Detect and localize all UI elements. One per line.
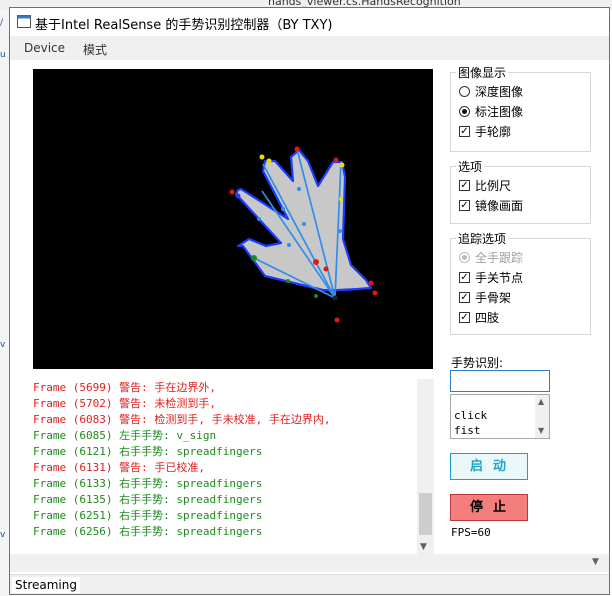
start-button[interactable]: 启动 bbox=[450, 453, 528, 480]
radio-annotated-image[interactable]: 标注图像 bbox=[459, 102, 523, 120]
option-label: 标注图像 bbox=[475, 104, 524, 119]
checkbox-indicator[interactable]: ✓ bbox=[459, 125, 470, 137]
fps-readout: FPS=60 bbox=[451, 526, 491, 539]
scroll-up-icon[interactable]: ▲ bbox=[538, 397, 544, 406]
checkbox-limbs[interactable]: ✓ 四肢 bbox=[459, 308, 499, 326]
option-label: 四肢 bbox=[475, 310, 500, 325]
bg-code-glyph: v bbox=[0, 530, 6, 540]
hand-visualization bbox=[229, 146, 378, 323]
radio-full-hand[interactable]: 全手跟踪 bbox=[459, 248, 523, 266]
checkbox-joints[interactable]: ✓ 手关节点 bbox=[459, 268, 523, 286]
checkbox-indicator[interactable]: ✓ bbox=[459, 271, 470, 283]
option-label: 深度图像 bbox=[475, 84, 524, 99]
option-label: 手关节点 bbox=[475, 270, 524, 285]
checkbox-indicator[interactable]: ✓ bbox=[459, 179, 470, 191]
scroll-down-icon[interactable]: ▼ bbox=[420, 542, 427, 552]
gesture-list-item[interactable]: click bbox=[454, 409, 487, 422]
option-label: 全手跟踪 bbox=[475, 250, 524, 265]
menu-device[interactable]: Device bbox=[24, 41, 65, 55]
window-title: 基于Intel RealSense 的手势识别控制器（BY TXY) bbox=[35, 18, 333, 33]
scroll-down-icon[interactable]: ▼ bbox=[592, 557, 599, 567]
checkbox-indicator[interactable]: ✓ bbox=[459, 291, 470, 303]
options-group: 选项 ✓ 比例尺 ✓ 镜像画面 bbox=[450, 158, 591, 224]
gesture-label: 手势识别: bbox=[451, 356, 504, 370]
log-line: Frame (5699) 警告: 手在边界外, bbox=[33, 381, 216, 394]
log-line: Frame (6133) 右手手势: spreadfingers bbox=[33, 477, 263, 490]
log-line: Frame (6256) 右手手势: spreadfingers bbox=[33, 525, 263, 538]
radio-indicator[interactable] bbox=[459, 105, 470, 117]
checkbox-skeleton[interactable]: ✓ 手骨架 bbox=[459, 288, 511, 306]
background-window-edge: / u v v bbox=[0, 10, 9, 596]
log-line: Frame (6083) 警告: 检测到手, 手未校准, 手在边界内, bbox=[33, 413, 331, 426]
image-display-title: 图像显示 bbox=[456, 64, 509, 81]
camera-view bbox=[33, 69, 433, 369]
option-label: 手骨架 bbox=[475, 290, 512, 305]
log-output: Frame (5699) 警告: 手在边界外, Frame (5702) 警告:… bbox=[33, 379, 425, 549]
checkbox-hand-contour[interactable]: ✓ 手轮廓 bbox=[459, 122, 511, 140]
main-window: 基于Intel RealSense 的手势识别控制器（BY TXY) Devic… bbox=[9, 7, 610, 595]
checkbox-indicator[interactable]: ✓ bbox=[459, 199, 470, 211]
log-line: Frame (6085) 左手手势: v_sign bbox=[33, 429, 217, 442]
tracking-group: 追踪选项 全手跟踪 ✓ 手关节点 ✓ 手骨架 ✓ 四肢 bbox=[450, 230, 591, 335]
title-bar[interactable]: 基于Intel RealSense 的手势识别控制器（BY TXY) bbox=[10, 8, 609, 36]
hand-contour bbox=[234, 148, 373, 292]
option-label: 镜像画面 bbox=[475, 198, 524, 213]
main-scrollbar[interactable] bbox=[10, 554, 609, 572]
checkbox-scale[interactable]: ✓ 比例尺 bbox=[459, 176, 511, 194]
checkbox-indicator[interactable]: ✓ bbox=[459, 311, 470, 323]
status-text: Streaming bbox=[12, 577, 80, 593]
log-line: Frame (6131) 警告: 手已校准, bbox=[33, 461, 205, 474]
checkbox-mirror[interactable]: ✓ 镜像画面 bbox=[459, 196, 523, 214]
log-line: Frame (5702) 警告: 未检测到手, bbox=[33, 397, 216, 410]
option-label: 手轮廓 bbox=[475, 124, 512, 139]
radio-depth-image[interactable]: 深度图像 bbox=[459, 82, 523, 100]
gesture-input[interactable] bbox=[450, 370, 550, 392]
stop-button[interactable]: 停止 bbox=[450, 494, 528, 521]
log-line: Frame (6121) 右手手势: spreadfingers bbox=[33, 445, 263, 458]
options-title: 选项 bbox=[456, 158, 485, 175]
log-scroll-thumb[interactable] bbox=[419, 493, 432, 535]
radio-indicator[interactable] bbox=[459, 85, 470, 97]
bg-code-glyph: u bbox=[0, 50, 6, 60]
radio-indicator[interactable] bbox=[459, 251, 470, 263]
status-bar: Streaming bbox=[10, 574, 609, 594]
tracking-title: 追踪选项 bbox=[456, 230, 509, 247]
gesture-list-scrollbar[interactable]: ▲ ▼ bbox=[535, 395, 549, 438]
menu-mode[interactable]: 模式 bbox=[83, 41, 107, 58]
scroll-down-icon[interactable]: ▼ bbox=[538, 426, 544, 435]
log-line: Frame (6251) 右手手势: spreadfingers bbox=[33, 509, 263, 522]
gesture-list[interactable]: click fist ▲ ▼ bbox=[450, 394, 550, 439]
bg-code-glyph: v bbox=[0, 340, 6, 350]
log-scrollbar[interactable]: ▼ bbox=[417, 379, 434, 554]
log-line: Frame (6135) 右手手势: spreadfingers bbox=[33, 493, 263, 506]
client-area: 图像显示 深度图像 标注图像 ✓ 手轮廓 选项 ✓ 比例尺 ✓ 镜像画面 追踪选… bbox=[10, 60, 609, 574]
option-label: 比例尺 bbox=[475, 178, 512, 193]
menu-bar: Device 模式 bbox=[10, 36, 609, 60]
image-display-group: 图像显示 深度图像 标注图像 ✓ 手轮廓 bbox=[450, 64, 591, 152]
gesture-list-item[interactable]: fist bbox=[454, 424, 481, 437]
bg-code-glyph: / bbox=[0, 18, 4, 28]
app-icon bbox=[17, 15, 31, 28]
